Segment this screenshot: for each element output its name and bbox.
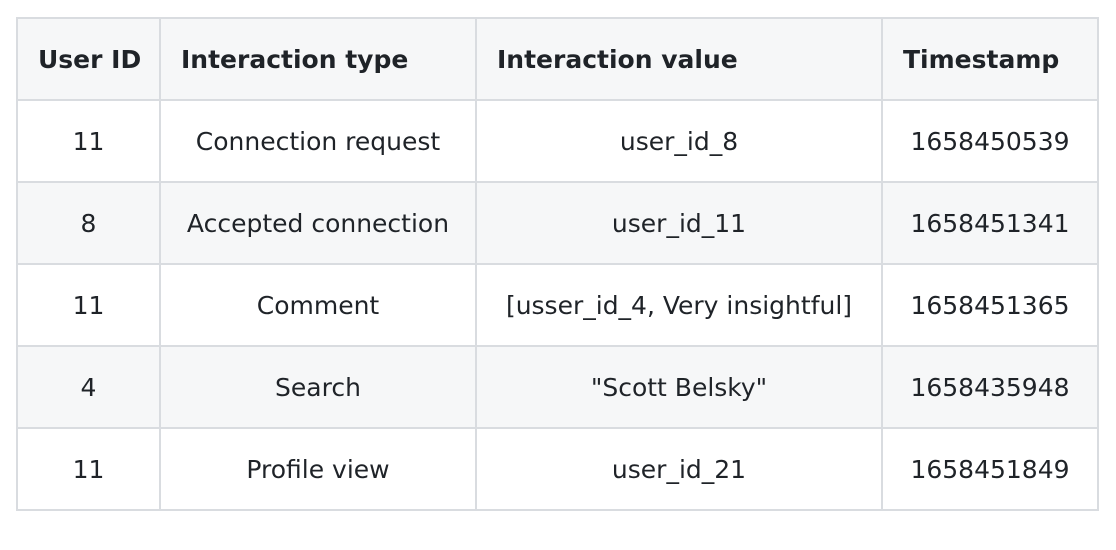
cell-timestamp: 1658451849 bbox=[881, 427, 1099, 511]
cell-user-id: 4 bbox=[16, 345, 161, 429]
cell-interaction-value: user_id_8 bbox=[475, 99, 883, 183]
cell-timestamp: 1658451365 bbox=[881, 263, 1099, 347]
cell-user-id: 11 bbox=[16, 99, 161, 183]
table-row: 4 Search "Scott Belsky" 1658435948 bbox=[16, 345, 1099, 429]
cell-timestamp: 1658450539 bbox=[881, 99, 1099, 183]
interactions-table-container: User ID Interaction type Interaction val… bbox=[16, 17, 1099, 511]
cell-timestamp: 1658451341 bbox=[881, 181, 1099, 265]
cell-user-id: 11 bbox=[16, 427, 161, 511]
column-header-timestamp: Timestamp bbox=[881, 17, 1099, 101]
table-body: 11 Connection request user_id_8 16584505… bbox=[16, 99, 1099, 511]
column-header-user-id: User ID bbox=[16, 17, 161, 101]
table-row: 11 Connection request user_id_8 16584505… bbox=[16, 99, 1099, 183]
interactions-table: User ID Interaction type Interaction val… bbox=[16, 17, 1099, 511]
cell-interaction-type: Search bbox=[159, 345, 477, 429]
cell-interaction-value: [usser_id_4, Very insightful] bbox=[475, 263, 883, 347]
cell-interaction-type: Profile view bbox=[159, 427, 477, 511]
table-header: User ID Interaction type Interaction val… bbox=[16, 17, 1099, 101]
cell-interaction-value: user_id_21 bbox=[475, 427, 883, 511]
column-header-interaction-value: Interaction value bbox=[475, 17, 883, 101]
cell-interaction-type: Connection request bbox=[159, 99, 477, 183]
column-header-interaction-type: Interaction type bbox=[159, 17, 477, 101]
table-row: 11 Profile view user_id_21 1658451849 bbox=[16, 427, 1099, 511]
header-row: User ID Interaction type Interaction val… bbox=[16, 17, 1099, 101]
table-row: 11 Comment [usser_id_4, Very insightful]… bbox=[16, 263, 1099, 347]
cell-user-id: 11 bbox=[16, 263, 161, 347]
cell-interaction-value: user_id_11 bbox=[475, 181, 883, 265]
cell-user-id: 8 bbox=[16, 181, 161, 265]
cell-interaction-value: "Scott Belsky" bbox=[475, 345, 883, 429]
cell-interaction-type: Comment bbox=[159, 263, 477, 347]
cell-interaction-type: Accepted connection bbox=[159, 181, 477, 265]
cell-timestamp: 1658435948 bbox=[881, 345, 1099, 429]
table-row: 8 Accepted connection user_id_11 1658451… bbox=[16, 181, 1099, 265]
